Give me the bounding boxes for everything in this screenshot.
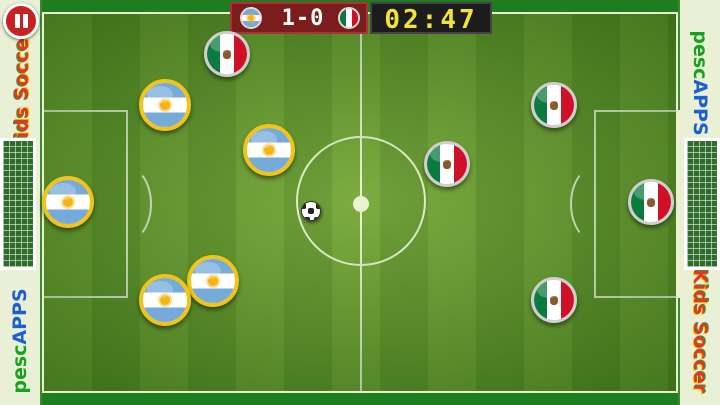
penalty-arc-right (570, 166, 620, 242)
soccer-ball-icon[interactable] (301, 201, 321, 221)
center-spot (353, 196, 369, 212)
kids-soccer-logo-right: Kids Soccer (689, 269, 711, 394)
game-stage: Kids Soccer pescAPPS pescAPPS Kids Socce… (0, 0, 720, 405)
pescapps-prefix: pesc (9, 344, 31, 394)
score-value: 1-0 (281, 6, 325, 31)
goal-left (0, 138, 36, 270)
mexico-player-cap[interactable] (424, 141, 470, 187)
pescapps-suffix: APPS (689, 79, 711, 136)
goal-right (684, 138, 720, 270)
mexico-flag-icon (338, 7, 360, 29)
kids-soccer-logo-left: Kids Soccer (11, 28, 33, 153)
argentina-flag-icon (240, 7, 262, 29)
scoreboard: 1-0 02:47 (230, 2, 492, 35)
mexico-player-cap[interactable] (531, 277, 577, 323)
pescapps-logo-right: pescAPPS (689, 23, 711, 143)
mexico-player-cap[interactable] (204, 31, 250, 77)
argentina-player-cap[interactable] (139, 79, 191, 131)
pescapps-prefix: pesc (689, 30, 711, 80)
match-timer: 02:47 (384, 5, 478, 35)
mexico-goalkeeper-cap[interactable] (628, 179, 674, 225)
pescapps-suffix: APPS (9, 288, 31, 345)
score-panel: 1-0 (230, 2, 368, 34)
mexico-player-cap[interactable] (531, 82, 577, 128)
argentina-goalkeeper-cap[interactable] (42, 176, 94, 228)
argentina-player-cap[interactable] (187, 255, 239, 307)
penalty-arc-left (102, 166, 152, 242)
timer-panel: 02:47 (370, 2, 492, 35)
pescapps-logo-left: pescAPPS (9, 281, 31, 401)
pause-button[interactable] (3, 3, 39, 39)
argentina-player-cap[interactable] (139, 274, 191, 326)
soccer-pitch (42, 12, 680, 393)
argentina-player-cap[interactable] (243, 124, 295, 176)
center-circle (296, 136, 426, 266)
halfway-line (360, 14, 362, 391)
